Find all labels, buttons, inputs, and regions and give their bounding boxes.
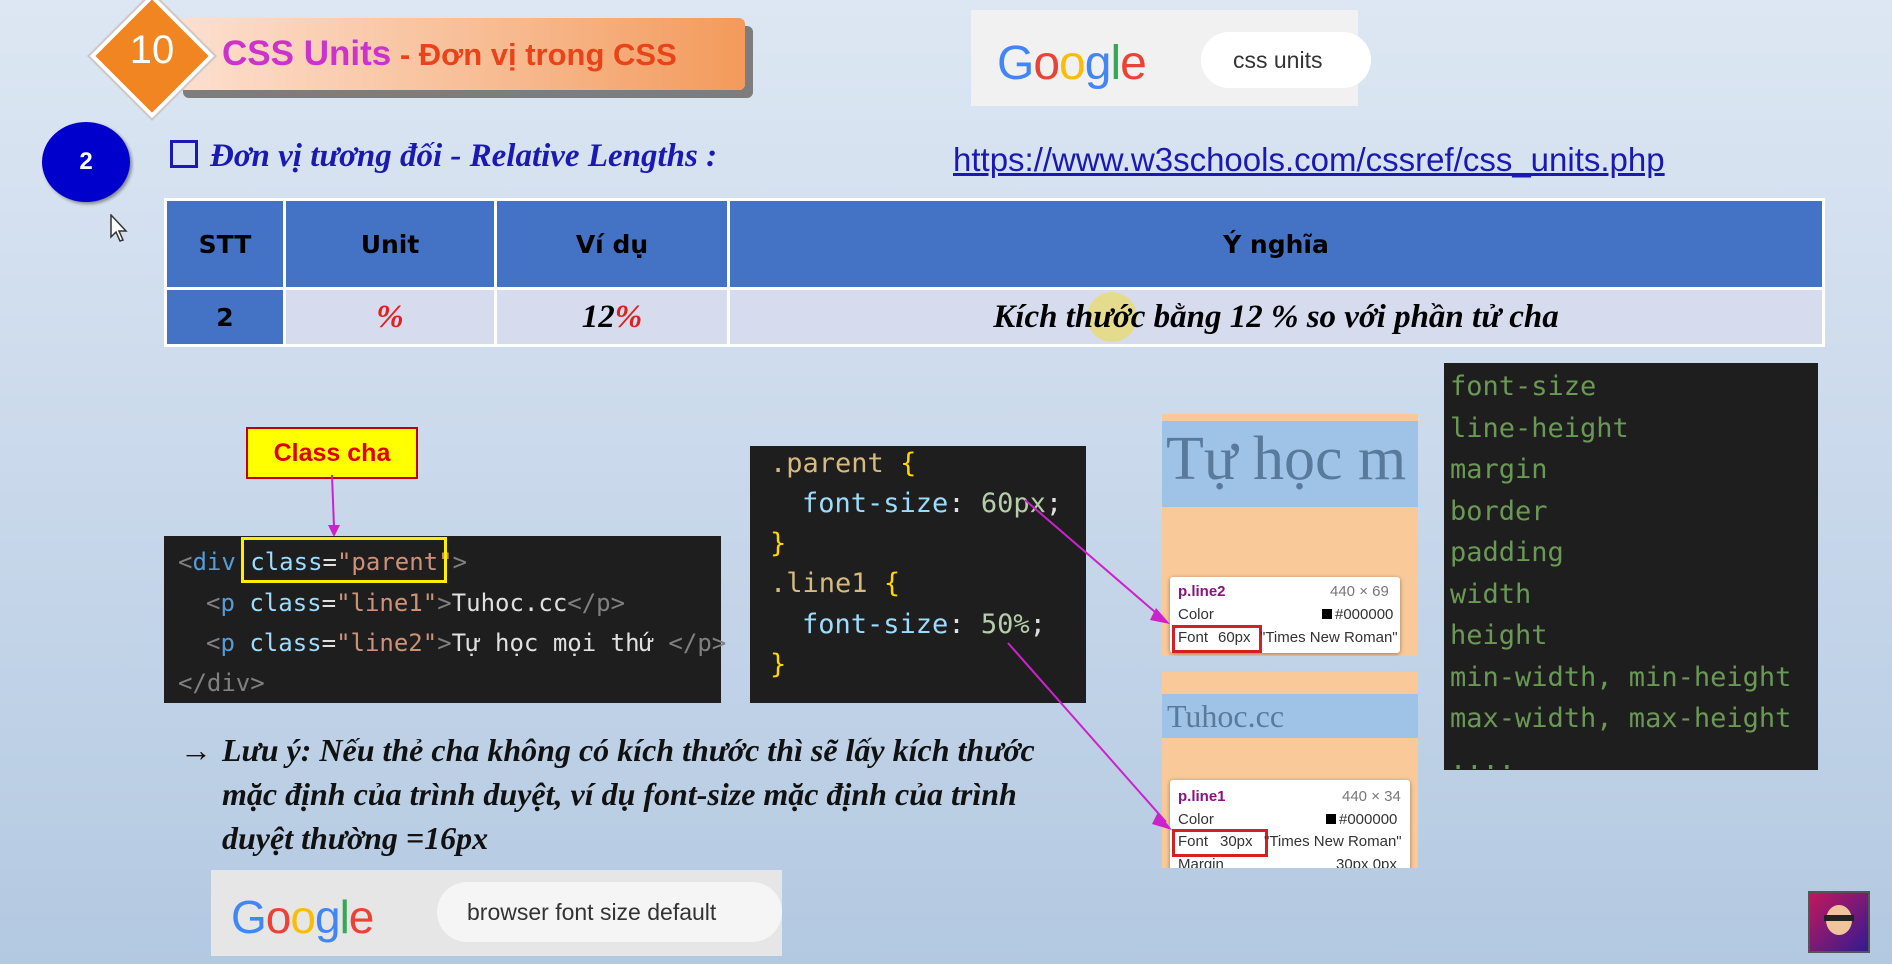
list-item: margin <box>1450 454 1548 485</box>
list-item: width <box>1450 578 1532 610</box>
list-item: max-width, max-height <box>1450 703 1792 734</box>
list-item: min-width, min-height <box>1450 661 1792 693</box>
avatar-glasses <box>1824 915 1854 921</box>
right-arrow-icon: → <box>180 732 212 768</box>
note-line-1: Lưu ý: Nếu thẻ cha không có kích thước t… <box>222 732 1035 768</box>
note-line-2: mặc định của trình duyệt, ví dụ font-siz… <box>222 776 1017 812</box>
list-item: font-size <box>1450 371 1597 402</box>
note-block: → Lưu ý: Nếu thẻ cha không có kích thước … <box>180 728 1035 860</box>
search-input[interactable]: browser font size default <box>437 882 782 942</box>
google-search-snippet-bottom: Google browser font size default <box>211 870 782 956</box>
properties-list: font-size line-height margin border padd… <box>1444 363 1818 776</box>
channel-avatar[interactable] <box>1808 891 1870 953</box>
search-query: browser font size default <box>467 898 717 925</box>
list-item: padding <box>1450 537 1564 568</box>
list-item: .... <box>1450 744 1516 776</box>
list-item: line-height <box>1450 412 1629 444</box>
list-item: border <box>1450 495 1548 527</box>
note-line-3: duyệt thường =16px <box>222 820 489 856</box>
google-logo: Google <box>231 891 374 943</box>
list-item: height <box>1450 620 1548 651</box>
